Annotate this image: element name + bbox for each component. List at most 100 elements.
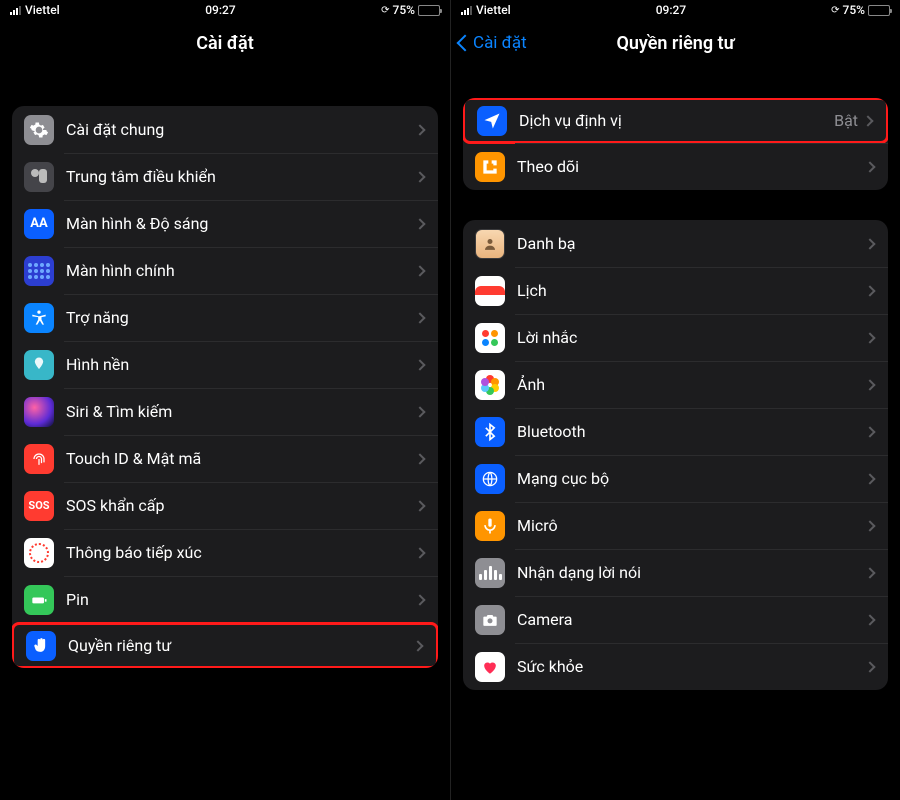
row-label: Mạng cục bộ: [517, 469, 866, 488]
control-center-icon: [24, 162, 54, 192]
battery-icon: [868, 5, 890, 16]
row-general[interactable]: Cài đặt chung: [12, 106, 438, 153]
orientation-lock-icon: ⟳: [831, 5, 839, 16]
chevron-right-icon: [864, 332, 875, 343]
chevron-right-icon: [864, 161, 875, 172]
row-label: Cài đặt chung: [66, 120, 416, 139]
row-battery[interactable]: Pin: [12, 576, 438, 623]
row-camera[interactable]: Camera: [463, 596, 888, 643]
status-bar: Viettel 09:27 ⟳ 75%: [0, 0, 450, 20]
row-label: Dịch vụ định vị: [519, 111, 834, 130]
location-icon: [477, 106, 507, 136]
microphone-icon: [475, 511, 505, 541]
back-button[interactable]: Cài đặt: [451, 33, 527, 53]
row-label: Theo dõi: [517, 157, 866, 176]
battery-pct: 75%: [843, 3, 865, 17]
chevron-right-icon: [414, 500, 425, 511]
clock: 09:27: [60, 3, 381, 17]
row-label: Nhận dạng lời nói: [517, 563, 866, 582]
exposure-icon: [24, 538, 54, 568]
battery-pct: 75%: [393, 3, 415, 17]
carrier-label: Viettel: [25, 3, 60, 17]
display-icon: AA: [24, 209, 54, 239]
row-control-center[interactable]: Trung tâm điều khiển: [12, 153, 438, 200]
row-label: Màn hình & Độ sáng: [66, 214, 416, 233]
carrier-label: Viettel: [476, 3, 511, 17]
row-contacts[interactable]: Danh bạ: [463, 220, 888, 267]
chevron-right-icon: [864, 426, 875, 437]
chevron-right-icon: [864, 285, 875, 296]
row-location-services[interactable]: Dịch vụ định vị Bật: [463, 98, 888, 144]
row-calendar[interactable]: Lịch: [463, 267, 888, 314]
chevron-right-icon: [414, 171, 425, 182]
camera-icon: [475, 605, 505, 635]
chevron-right-icon: [414, 124, 425, 135]
row-siri[interactable]: Siri & Tìm kiếm: [12, 388, 438, 435]
row-photos[interactable]: Ảnh: [463, 361, 888, 408]
gear-icon: [24, 115, 54, 145]
row-label: Camera: [517, 610, 866, 629]
sos-icon: SOS: [24, 491, 54, 521]
row-local-network[interactable]: Mạng cục bộ: [463, 455, 888, 502]
chevron-right-icon: [862, 115, 873, 126]
row-label: Sức khỏe: [517, 657, 866, 676]
row-label: Thông báo tiếp xúc: [66, 543, 416, 562]
row-label: Touch ID & Mật mã: [66, 449, 416, 468]
battery-row-icon: [24, 585, 54, 615]
network-icon: [475, 464, 505, 494]
row-accessibility[interactable]: Trợ năng: [12, 294, 438, 341]
accessibility-icon: [24, 303, 54, 333]
row-label: Trung tâm điều khiển: [66, 167, 416, 186]
clock: 09:27: [511, 3, 831, 17]
row-privacy[interactable]: Quyền riêng tư: [12, 622, 438, 668]
reminders-icon: [475, 323, 505, 353]
bluetooth-icon: [475, 417, 505, 447]
chevron-right-icon: [412, 640, 423, 651]
row-reminders[interactable]: Lời nhắc: [463, 314, 888, 361]
status-bar: Viettel 09:27 ⟳ 75%: [451, 0, 900, 20]
row-label: Lịch: [517, 281, 866, 300]
row-label: Quyền riêng tư: [68, 636, 414, 655]
privacy-hand-icon: [26, 631, 56, 661]
chevron-right-icon: [864, 661, 875, 672]
orientation-lock-icon: ⟳: [381, 5, 389, 16]
row-microphone[interactable]: Micrô: [463, 502, 888, 549]
contacts-icon: [475, 229, 505, 259]
row-label: Trợ năng: [66, 308, 416, 327]
fingerprint-icon: [24, 444, 54, 474]
row-display[interactable]: AA Màn hình & Độ sáng: [12, 200, 438, 247]
wallpaper-icon: [24, 350, 54, 380]
row-touch-id[interactable]: Touch ID & Mật mã: [12, 435, 438, 482]
siri-icon: [24, 397, 54, 427]
tracking-icon: [475, 152, 505, 182]
chevron-right-icon: [864, 614, 875, 625]
row-health[interactable]: Sức khỏe: [463, 643, 888, 690]
speech-icon: [475, 558, 505, 588]
page-title: Cài đặt: [0, 33, 450, 54]
nav-bar: Cài đặt: [0, 20, 450, 66]
row-wallpaper[interactable]: Hình nền: [12, 341, 438, 388]
chevron-right-icon: [864, 520, 875, 531]
chevron-right-icon: [414, 312, 425, 323]
chevron-right-icon: [414, 547, 425, 558]
back-label: Cài đặt: [473, 33, 527, 53]
row-speech[interactable]: Nhận dạng lời nói: [463, 549, 888, 596]
signal-icon: [10, 6, 21, 15]
row-tracking[interactable]: Theo dõi: [463, 143, 888, 190]
row-label: Ảnh: [517, 375, 866, 394]
row-label: Pin: [66, 590, 416, 609]
row-sos[interactable]: SOS SOS khẩn cấp: [12, 482, 438, 529]
phone-privacy: Viettel 09:27 ⟳ 75% Cài đặt Quyền riêng …: [450, 0, 900, 800]
row-label: Micrô: [517, 516, 866, 535]
chevron-right-icon: [414, 406, 425, 417]
chevron-right-icon: [864, 379, 875, 390]
phone-settings: Viettel 09:27 ⟳ 75% Cài đặt Cài đặt chun…: [0, 0, 450, 800]
settings-group: Cài đặt chung Trung tâm điều khiển AA Mà…: [12, 106, 438, 668]
row-exposure[interactable]: Thông báo tiếp xúc: [12, 529, 438, 576]
row-bluetooth[interactable]: Bluetooth: [463, 408, 888, 455]
chevron-right-icon: [414, 265, 425, 276]
chevron-right-icon: [864, 567, 875, 578]
privacy-group-1: Dịch vụ định vị Bật Theo dõi: [463, 98, 888, 190]
row-home-screen[interactable]: Màn hình chính: [12, 247, 438, 294]
chevron-right-icon: [864, 473, 875, 484]
